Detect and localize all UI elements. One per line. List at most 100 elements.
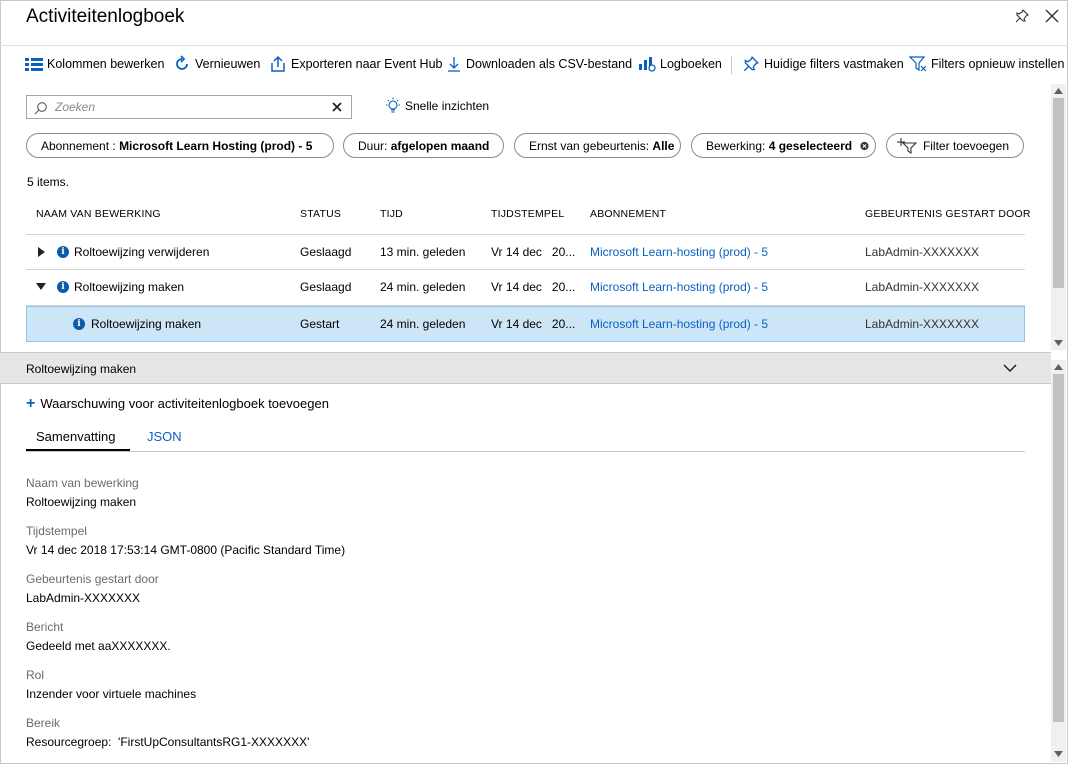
field-value-scope: Resourcegroep: 'FirstUpConsultantsRG1-XX… [26, 735, 310, 749]
operation-name: Roltoewijzing maken [91, 317, 202, 331]
edit-columns-label: Kolommen bewerken [47, 57, 165, 71]
table-row[interactable]: i Roltoewijzing verwijderen Geslaagd 13 … [26, 234, 1025, 270]
field-value-role: Inzender voor virtuele machines [26, 687, 197, 701]
list-scrollbar[interactable] [1051, 84, 1066, 350]
column-header-time[interactable]: TIJD [380, 208, 403, 220]
info-icon: i [73, 318, 85, 330]
page-title: Activiteitenlogboek [26, 6, 185, 27]
refresh-label: Vernieuwen [195, 57, 261, 71]
info-icon: i [57, 246, 69, 258]
plus-icon: + [26, 394, 36, 412]
filter-pill-operation[interactable]: Bewerking: 4 geselecteerd [691, 133, 876, 158]
quick-insights-label: Snelle inzichten [405, 99, 490, 113]
lightbulb-icon [386, 97, 400, 113]
filter-pill-severity[interactable]: Ernst van gebeurtenis: Alle [514, 133, 681, 158]
reset-filters-label: Filters opnieuw instellen [931, 57, 1065, 71]
pin-icon[interactable] [1014, 8, 1030, 24]
initiated-by: LabAdmin-XXXXXXX [865, 317, 980, 331]
close-icon[interactable] [1044, 8, 1060, 24]
column-header-status[interactable]: STATUS [300, 208, 341, 220]
field-label-timestamp: Tijdstempel [26, 524, 87, 538]
filter-pill-subscription[interactable]: Abonnement : Microsoft Learn Hosting (pr… [26, 133, 334, 158]
add-filter-button[interactable]: Filter toevoegen [886, 133, 1024, 158]
status: Geslaagd [300, 280, 352, 294]
filter-subscription-value: Microsoft Learn Hosting (prod) - 5 [119, 138, 313, 153]
export-event-hub-button[interactable]: Exporteren naar Event Hub [269, 52, 442, 76]
pin-filters-label: Huidige filters vastmaken [764, 57, 904, 71]
time: 24 min. geleden [380, 280, 466, 294]
clear-search-icon[interactable] [331, 101, 343, 113]
field-value-operation-name: Roltoewijzing maken [26, 495, 137, 509]
refresh-icon [176, 55, 188, 70]
pin-filters-button[interactable]: Huidige filters vastmaken [742, 52, 904, 76]
tab-json[interactable]: JSON [147, 429, 182, 444]
filter-severity-value: Alle [652, 138, 675, 153]
table-row[interactable]: i Roltoewijzing maken Geslaagd 24 min. g… [26, 270, 1025, 306]
search-input[interactable] [55, 98, 335, 116]
quick-insights-button[interactable]: Snelle inzichten [384, 97, 489, 115]
tab-summary[interactable]: Samenvatting [36, 429, 116, 444]
scroll-down-icon[interactable] [1054, 750, 1063, 758]
refresh-button[interactable]: Vernieuwen [173, 52, 260, 76]
subscription-link[interactable]: Microsoft Learn-hosting (prod) - 5 [590, 245, 768, 259]
search-box [26, 95, 352, 119]
timestamp: Vr 14 dec 20... [491, 280, 576, 294]
add-alert-label: Waarschuwing voor activiteitenlogboek to… [40, 396, 329, 411]
scrollbar-thumb[interactable] [1053, 98, 1064, 288]
field-label-role: Rol [26, 668, 45, 682]
scroll-down-icon[interactable] [1054, 339, 1063, 347]
timestamp: Vr 14 dec 20... [491, 317, 576, 331]
add-alert-button[interactable]: + Waarschuwing voor activiteitenlogboek … [26, 394, 329, 412]
download-csv-button[interactable]: Downloaden als CSV-bestand [446, 52, 632, 76]
detail-pane-header[interactable]: Roltoewijzing maken [0, 352, 1051, 384]
add-filter-label: Filter toevoegen [922, 138, 1009, 153]
field-label-scope: Bereik [26, 716, 61, 730]
detail-pane-title: Roltoewijzing maken [26, 362, 137, 376]
scroll-up-icon[interactable] [1054, 363, 1063, 371]
info-icon: i [57, 281, 69, 293]
table-row-selected[interactable]: i Roltoewijzing maken Gestart 24 min. ge… [26, 306, 1025, 342]
operation-name: Roltoewijzing verwijderen [74, 245, 210, 259]
edit-columns-button[interactable]: Kolommen bewerken [25, 52, 164, 76]
filter-reset-icon [909, 56, 927, 72]
toolbar-separator [731, 56, 732, 74]
scrollbar-thumb[interactable] [1053, 374, 1064, 722]
collapse-row-icon[interactable] [36, 283, 46, 290]
columns-icon [25, 58, 43, 71]
filter-severity-prefix: Ernst van gebeurtenis: [529, 138, 653, 153]
field-label-message: Bericht [26, 620, 64, 634]
pin-icon [743, 56, 759, 72]
filter-operation-prefix: Bewerking: [706, 138, 769, 153]
column-header-timestamp[interactable]: TIJDSTEMPEL [491, 208, 564, 220]
chevron-down-icon[interactable] [1003, 363, 1017, 373]
download-icon [448, 57, 460, 72]
header-divider [0, 45, 1068, 46]
logs-button[interactable]: Logboeken [638, 52, 722, 76]
reset-filters-button[interactable]: Filters opnieuw instellen [909, 52, 1064, 76]
timestamp: Vr 14 dec 20... [491, 245, 576, 259]
expand-row-icon[interactable] [38, 247, 45, 257]
active-tab-indicator [26, 449, 130, 451]
add-filter-icon [897, 137, 917, 154]
column-header-subscription[interactable]: ABONNEMENT [590, 208, 666, 220]
status: Geslaagd [300, 245, 352, 259]
field-label-initiated-by: Gebeurtenis gestart door [26, 572, 159, 586]
logs-icon [639, 57, 656, 72]
initiated-by: LabAdmin-XXXXXXX [865, 245, 980, 259]
filter-pill-duration[interactable]: Duur: afgelopen maand [343, 133, 504, 158]
subscription-link[interactable]: Microsoft Learn-hosting (prod) - 5 [590, 317, 768, 331]
remove-filter-icon[interactable] [860, 140, 869, 152]
time: 24 min. geleden [380, 317, 466, 331]
subscription-link[interactable]: Microsoft Learn-hosting (prod) - 5 [590, 280, 768, 294]
column-header-operation[interactable]: NAAM VAN BEWERKING [36, 208, 161, 220]
scroll-up-icon[interactable] [1054, 87, 1063, 95]
status: Gestart [300, 317, 340, 331]
search-icon [34, 102, 47, 115]
field-label-operation-name: Naam van bewerking [26, 476, 139, 490]
command-bar: Kolommen bewerken Vernieuwen Exporteren … [0, 52, 1068, 76]
column-header-initiated-by[interactable]: GEBEURTENIS GESTART DOOR [865, 208, 1031, 220]
initiated-by: LabAdmin-XXXXXXX [865, 280, 980, 294]
filter-duration-value: afgelopen maand [390, 138, 490, 153]
detail-scrollbar[interactable] [1051, 360, 1066, 762]
field-value-message: Gedeeld met aaXXXXXXX. [26, 639, 171, 653]
